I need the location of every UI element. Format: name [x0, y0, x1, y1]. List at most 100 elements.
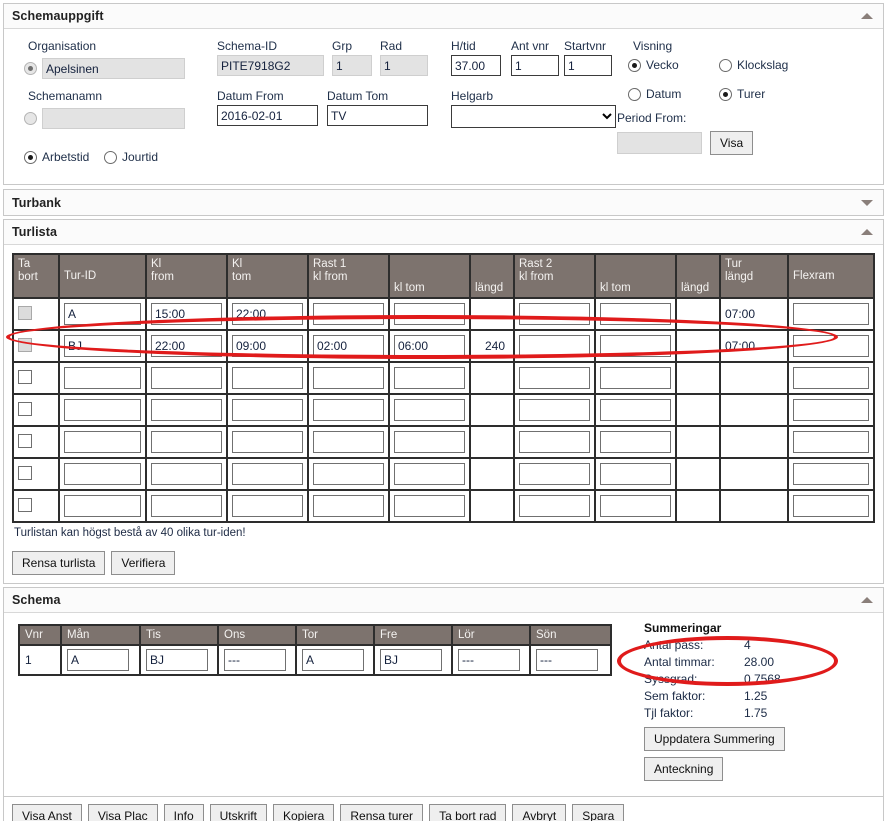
- day-tor-input[interactable]: [302, 649, 364, 671]
- rast1-kl-from-input[interactable]: [313, 399, 384, 421]
- rast1-kl-from-input[interactable]: [313, 463, 384, 485]
- ant-vnr-input[interactable]: [511, 55, 559, 76]
- visning-radio-datum[interactable]: [628, 87, 641, 101]
- rast1-kl-tom-input[interactable]: [394, 495, 465, 517]
- ta-bort-checkbox[interactable]: [18, 497, 32, 512]
- rast1-kl-tom-input[interactable]: [394, 303, 465, 325]
- anteckning-button[interactable]: Anteckning: [644, 757, 724, 781]
- rast1-kl-tom-input[interactable]: [394, 431, 465, 453]
- datum-tom-input[interactable]: [327, 105, 428, 126]
- ta-bort-rad-button[interactable]: Ta bort rad: [429, 804, 507, 821]
- period-from-input[interactable]: [617, 132, 702, 154]
- rast2-kl-tom-input[interactable]: [600, 495, 671, 517]
- rensa-turlista-button[interactable]: Rensa turlista: [12, 551, 106, 575]
- helgarb-select[interactable]: [451, 105, 616, 128]
- rast1-kl-from-input[interactable]: [313, 495, 384, 517]
- grp-input[interactable]: [332, 55, 372, 76]
- turlista-header[interactable]: Turlista: [4, 220, 883, 245]
- verifiera-button[interactable]: Verifiera: [111, 551, 176, 575]
- ta-bort-checkbox[interactable]: [18, 465, 32, 480]
- rast2-kl-tom-input[interactable]: [600, 463, 671, 485]
- kl-from-input[interactable]: [151, 367, 222, 389]
- day-lor-input[interactable]: [458, 649, 520, 671]
- chevron-up-icon[interactable]: [861, 13, 873, 19]
- rast1-kl-tom-input[interactable]: [394, 367, 465, 389]
- schema-id-input[interactable]: [217, 55, 324, 76]
- schemanamn-input[interactable]: [42, 108, 185, 129]
- day-son-input[interactable]: [536, 649, 598, 671]
- flexram-input[interactable]: [793, 399, 869, 421]
- htid-input[interactable]: [451, 55, 501, 76]
- tur-id-input[interactable]: [64, 335, 141, 357]
- arbetstid-radio[interactable]: [24, 150, 37, 164]
- rensa-turer-button[interactable]: Rensa turer: [340, 804, 424, 821]
- visning-radio-turer[interactable]: [719, 87, 732, 101]
- rast1-kl-tom-input[interactable]: [394, 335, 465, 357]
- kl-from-input[interactable]: [151, 463, 222, 485]
- kl-tom-input[interactable]: [232, 431, 303, 453]
- flexram-input[interactable]: [793, 303, 869, 325]
- rast2-kl-from-input[interactable]: [519, 303, 590, 325]
- turbank-header[interactable]: Turbank: [4, 190, 883, 215]
- rast2-kl-from-input[interactable]: [519, 399, 590, 421]
- ta-bort-checkbox[interactable]: [18, 433, 32, 448]
- day-tis-input[interactable]: [146, 649, 208, 671]
- rast2-kl-tom-input[interactable]: [600, 303, 671, 325]
- startvnr-input[interactable]: [564, 55, 612, 76]
- flexram-input[interactable]: [793, 495, 869, 517]
- organisation-input[interactable]: [42, 58, 185, 79]
- kl-from-input[interactable]: [151, 399, 222, 421]
- rast1-kl-from-input[interactable]: [313, 431, 384, 453]
- kopiera-button[interactable]: Kopiera: [272, 804, 335, 821]
- rast2-kl-tom-input[interactable]: [600, 367, 671, 389]
- rad-input[interactable]: [380, 55, 428, 76]
- ta-bort-checkbox[interactable]: [18, 401, 32, 416]
- datum-from-input[interactable]: [217, 105, 318, 126]
- kl-from-input[interactable]: [151, 335, 222, 357]
- visning-radio-vecko[interactable]: [628, 58, 641, 72]
- rast2-kl-from-input[interactable]: [519, 495, 590, 517]
- avbryt-button[interactable]: Avbryt: [512, 804, 567, 821]
- jourtid-radio[interactable]: [104, 150, 117, 164]
- flexram-input[interactable]: [793, 367, 869, 389]
- rast2-kl-from-input[interactable]: [519, 367, 590, 389]
- kl-from-input[interactable]: [151, 431, 222, 453]
- schemauppgift-header[interactable]: Schemauppgift: [4, 4, 883, 29]
- rast2-kl-from-input[interactable]: [519, 431, 590, 453]
- kl-tom-input[interactable]: [232, 335, 303, 357]
- rast1-kl-from-input[interactable]: [313, 303, 384, 325]
- tur-id-input[interactable]: [64, 431, 141, 453]
- organisation-radio[interactable]: [24, 62, 37, 75]
- tur-id-input[interactable]: [64, 463, 141, 485]
- flexram-input[interactable]: [793, 463, 869, 485]
- tur-id-input[interactable]: [64, 303, 141, 325]
- rast2-kl-tom-input[interactable]: [600, 399, 671, 421]
- kl-tom-input[interactable]: [232, 463, 303, 485]
- rast2-kl-from-input[interactable]: [519, 463, 590, 485]
- rast2-kl-from-input[interactable]: [519, 335, 590, 357]
- rast1-kl-from-input[interactable]: [313, 335, 384, 357]
- visa-button[interactable]: Visa: [710, 131, 754, 155]
- rast1-kl-from-input[interactable]: [313, 367, 384, 389]
- kl-tom-input[interactable]: [232, 399, 303, 421]
- chevron-up-icon[interactable]: [861, 597, 873, 603]
- visa-anst-button[interactable]: Visa Anst: [12, 804, 82, 821]
- ta-bort-checkbox[interactable]: [18, 369, 32, 384]
- chevron-up-icon[interactable]: [861, 229, 873, 235]
- rast2-kl-tom-input[interactable]: [600, 431, 671, 453]
- schema-header[interactable]: Schema: [4, 588, 883, 613]
- schemanamn-radio[interactable]: [24, 112, 37, 125]
- day-fre-input[interactable]: [380, 649, 442, 671]
- visa-plac-button[interactable]: Visa Plac: [87, 804, 158, 821]
- tur-id-input[interactable]: [64, 495, 141, 517]
- spara-button[interactable]: Spara: [572, 804, 625, 821]
- kl-tom-input[interactable]: [232, 367, 303, 389]
- flexram-input[interactable]: [793, 431, 869, 453]
- day-man-input[interactable]: [67, 649, 129, 671]
- chevron-down-icon[interactable]: [861, 199, 873, 206]
- rast2-kl-tom-input[interactable]: [600, 335, 671, 357]
- kl-tom-input[interactable]: [232, 303, 303, 325]
- kl-from-input[interactable]: [151, 495, 222, 517]
- uppdatera-summering-button[interactable]: Uppdatera Summering: [644, 727, 785, 751]
- day-ons-input[interactable]: [224, 649, 286, 671]
